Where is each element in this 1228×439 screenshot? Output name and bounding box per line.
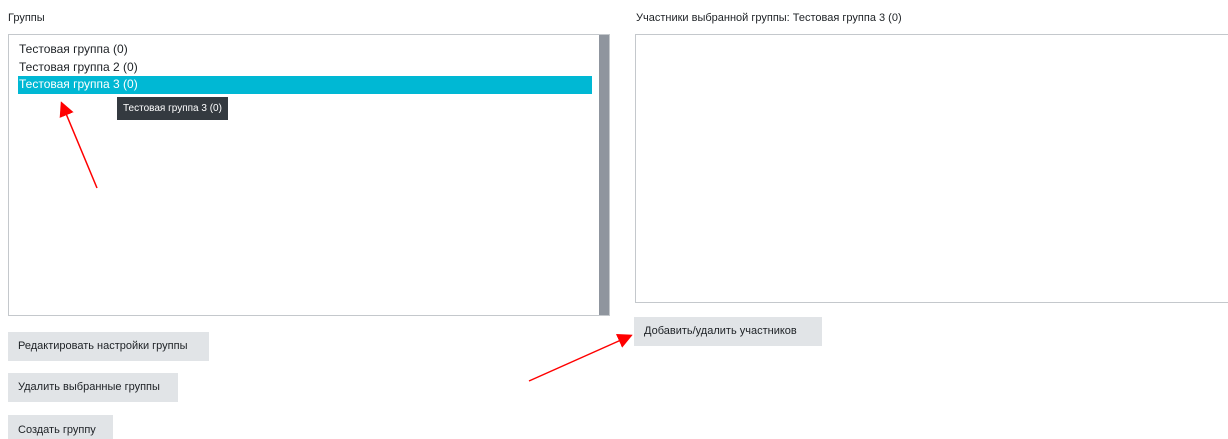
group-list-item[interactable]: Тестовая группа (0)	[18, 41, 592, 59]
groups-page: Группы Участники выбранной группы: Тесто…	[0, 0, 1228, 439]
groups-listbox[interactable]: Тестовая группа (0) Тестовая группа 2 (0…	[8, 34, 610, 316]
edit-group-settings-button[interactable]: Редактировать настройки группы	[8, 332, 209, 361]
group-list-item[interactable]: Тестовая группа 2 (0)	[18, 59, 592, 77]
arrow-to-add-remove-button	[528, 334, 633, 382]
members-listbox[interactable]	[635, 34, 1228, 303]
create-group-button[interactable]: Создать группу	[8, 415, 113, 439]
groups-scrollbar[interactable]	[599, 35, 609, 315]
members-label: Участники выбранной группы: Тестовая гру…	[636, 12, 902, 24]
add-remove-members-button[interactable]: Добавить/удалить участников	[634, 317, 822, 346]
group-list-item-selected[interactable]: Тестовая группа 3 (0)	[18, 76, 592, 94]
group-tooltip: Тестовая группа 3 (0)	[117, 97, 228, 120]
groups-label: Группы	[8, 12, 45, 24]
delete-selected-groups-button[interactable]: Удалить выбранные группы	[8, 373, 178, 402]
